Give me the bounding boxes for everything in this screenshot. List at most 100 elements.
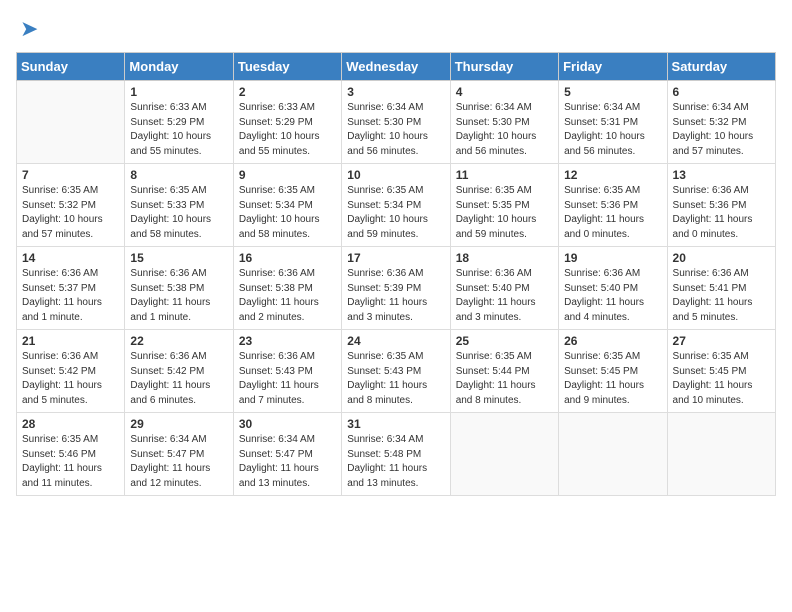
logo: ➤ bbox=[16, 16, 38, 42]
day-number: 20 bbox=[673, 251, 770, 265]
calendar-cell: 19 Sunrise: 6:36 AM Sunset: 5:40 PM Dayli… bbox=[559, 247, 667, 330]
day-info: Sunrise: 6:35 AM Sunset: 5:45 PM Dayligh… bbox=[564, 350, 661, 408]
day-info: Sunrise: 6:36 AM Sunset: 5:41 PM Dayligh… bbox=[673, 267, 770, 325]
calendar-cell: 1 Sunrise: 6:33 AM Sunset: 5:29 PM Daylig… bbox=[125, 81, 233, 164]
calendar-table: SundayMondayTuesdayWednesdayThursdayFrid… bbox=[16, 52, 776, 496]
day-number: 18 bbox=[456, 251, 553, 265]
day-info: Sunrise: 6:36 AM Sunset: 5:43 PM Dayligh… bbox=[239, 350, 336, 408]
day-info: Sunrise: 6:33 AM Sunset: 5:29 PM Dayligh… bbox=[239, 101, 336, 159]
calendar-cell: 24 Sunrise: 6:35 AM Sunset: 5:43 PM Dayli… bbox=[342, 330, 450, 413]
calendar-week-row: 1 Sunrise: 6:33 AM Sunset: 5:29 PM Daylig… bbox=[17, 81, 776, 164]
calendar-cell: 10Sunrise: 6:35 AM Sunset: 5:34 PM Dayli… bbox=[342, 164, 450, 247]
weekday-header: Sunday bbox=[17, 53, 125, 81]
day-number: 4 bbox=[456, 85, 553, 99]
day-number: 3 bbox=[347, 85, 444, 99]
day-number: 6 bbox=[673, 85, 770, 99]
calendar-cell: 16Sunrise: 6:36 AM Sunset: 5:38 PM Dayli… bbox=[233, 247, 341, 330]
weekday-header: Monday bbox=[125, 53, 233, 81]
day-number: 21 bbox=[22, 334, 119, 348]
calendar-cell: 30 Sunrise: 6:34 AM Sunset: 5:47 PM Dayli… bbox=[233, 413, 341, 496]
bird-icon: ➤ bbox=[20, 16, 38, 42]
day-info: Sunrise: 6:36 AM Sunset: 5:37 PM Dayligh… bbox=[22, 267, 119, 325]
day-info: Sunrise: 6:35 AM Sunset: 5:34 PM Dayligh… bbox=[239, 184, 336, 242]
calendar-cell: 21 Sunrise: 6:36 AM Sunset: 5:42 PM Dayli… bbox=[17, 330, 125, 413]
calendar-cell: 31Sunrise: 6:34 AM Sunset: 5:48 PM Dayli… bbox=[342, 413, 450, 496]
day-info: Sunrise: 6:35 AM Sunset: 5:32 PM Dayligh… bbox=[22, 184, 119, 242]
calendar-cell: 6 Sunrise: 6:34 AM Sunset: 5:32 PM Daylig… bbox=[667, 81, 775, 164]
calendar-cell: 27 Sunrise: 6:35 AM Sunset: 5:45 PM Dayli… bbox=[667, 330, 775, 413]
day-info: Sunrise: 6:36 AM Sunset: 5:38 PM Dayligh… bbox=[239, 267, 336, 325]
day-info: Sunrise: 6:34 AM Sunset: 5:31 PM Dayligh… bbox=[564, 101, 661, 159]
calendar-week-row: 28Sunrise: 6:35 AM Sunset: 5:46 PM Dayli… bbox=[17, 413, 776, 496]
day-info: Sunrise: 6:36 AM Sunset: 5:40 PM Dayligh… bbox=[564, 267, 661, 325]
calendar-cell: 8 Sunrise: 6:35 AM Sunset: 5:33 PM Daylig… bbox=[125, 164, 233, 247]
day-info: Sunrise: 6:33 AM Sunset: 5:29 PM Dayligh… bbox=[130, 101, 227, 159]
day-info: Sunrise: 6:35 AM Sunset: 5:46 PM Dayligh… bbox=[22, 433, 119, 491]
day-number: 30 bbox=[239, 417, 336, 431]
calendar-header: SundayMondayTuesdayWednesdayThursdayFrid… bbox=[17, 53, 776, 81]
calendar-week-row: 14 Sunrise: 6:36 AM Sunset: 5:37 PM Dayli… bbox=[17, 247, 776, 330]
day-number: 31 bbox=[347, 417, 444, 431]
calendar-cell: 17 Sunrise: 6:36 AM Sunset: 5:39 PM Dayli… bbox=[342, 247, 450, 330]
day-number: 22 bbox=[130, 334, 227, 348]
day-info: Sunrise: 6:36 AM Sunset: 5:36 PM Dayligh… bbox=[673, 184, 770, 242]
calendar-cell: 23 Sunrise: 6:36 AM Sunset: 5:43 PM Dayli… bbox=[233, 330, 341, 413]
day-number: 1 bbox=[130, 85, 227, 99]
day-info: Sunrise: 6:36 AM Sunset: 5:40 PM Dayligh… bbox=[456, 267, 553, 325]
day-info: Sunrise: 6:34 AM Sunset: 5:30 PM Dayligh… bbox=[347, 101, 444, 159]
calendar-week-row: 21 Sunrise: 6:36 AM Sunset: 5:42 PM Dayli… bbox=[17, 330, 776, 413]
weekday-header: Tuesday bbox=[233, 53, 341, 81]
calendar-cell bbox=[559, 413, 667, 496]
calendar-cell: 11 Sunrise: 6:35 AM Sunset: 5:35 PM Dayli… bbox=[450, 164, 558, 247]
calendar-cell: 20 Sunrise: 6:36 AM Sunset: 5:41 PM Dayli… bbox=[667, 247, 775, 330]
day-number: 24 bbox=[347, 334, 444, 348]
day-number: 12 bbox=[564, 168, 661, 182]
day-number: 19 bbox=[564, 251, 661, 265]
calendar-cell: 25 Sunrise: 6:35 AM Sunset: 5:44 PM Dayli… bbox=[450, 330, 558, 413]
day-info: Sunrise: 6:34 AM Sunset: 5:32 PM Dayligh… bbox=[673, 101, 770, 159]
day-info: Sunrise: 6:34 AM Sunset: 5:47 PM Dayligh… bbox=[239, 433, 336, 491]
day-info: Sunrise: 6:35 AM Sunset: 5:33 PM Dayligh… bbox=[130, 184, 227, 242]
day-info: Sunrise: 6:34 AM Sunset: 5:47 PM Dayligh… bbox=[130, 433, 227, 491]
day-info: Sunrise: 6:36 AM Sunset: 5:38 PM Dayligh… bbox=[130, 267, 227, 325]
day-number: 14 bbox=[22, 251, 119, 265]
calendar-cell: 26Sunrise: 6:35 AM Sunset: 5:45 PM Dayli… bbox=[559, 330, 667, 413]
day-info: Sunrise: 6:35 AM Sunset: 5:35 PM Dayligh… bbox=[456, 184, 553, 242]
calendar-cell: 29 Sunrise: 6:34 AM Sunset: 5:47 PM Dayli… bbox=[125, 413, 233, 496]
calendar-cell: 3 Sunrise: 6:34 AM Sunset: 5:30 PM Daylig… bbox=[342, 81, 450, 164]
day-number: 13 bbox=[673, 168, 770, 182]
day-number: 17 bbox=[347, 251, 444, 265]
day-info: Sunrise: 6:36 AM Sunset: 5:42 PM Dayligh… bbox=[130, 350, 227, 408]
day-number: 15 bbox=[130, 251, 227, 265]
day-number: 8 bbox=[130, 168, 227, 182]
calendar-cell: 4 Sunrise: 6:34 AM Sunset: 5:30 PM Daylig… bbox=[450, 81, 558, 164]
day-number: 23 bbox=[239, 334, 336, 348]
calendar-cell: 12Sunrise: 6:35 AM Sunset: 5:36 PM Dayli… bbox=[559, 164, 667, 247]
day-info: Sunrise: 6:35 AM Sunset: 5:43 PM Dayligh… bbox=[347, 350, 444, 408]
calendar-cell bbox=[17, 81, 125, 164]
day-info: Sunrise: 6:35 AM Sunset: 5:44 PM Dayligh… bbox=[456, 350, 553, 408]
day-info: Sunrise: 6:36 AM Sunset: 5:39 PM Dayligh… bbox=[347, 267, 444, 325]
day-number: 11 bbox=[456, 168, 553, 182]
calendar-cell: 18 Sunrise: 6:36 AM Sunset: 5:40 PM Dayli… bbox=[450, 247, 558, 330]
day-number: 25 bbox=[456, 334, 553, 348]
day-number: 10 bbox=[347, 168, 444, 182]
calendar-week-row: 7Sunrise: 6:35 AM Sunset: 5:32 PM Daylig… bbox=[17, 164, 776, 247]
day-info: Sunrise: 6:36 AM Sunset: 5:42 PM Dayligh… bbox=[22, 350, 119, 408]
calendar-cell: 15 Sunrise: 6:36 AM Sunset: 5:38 PM Dayli… bbox=[125, 247, 233, 330]
day-info: Sunrise: 6:34 AM Sunset: 5:30 PM Dayligh… bbox=[456, 101, 553, 159]
day-number: 27 bbox=[673, 334, 770, 348]
calendar-cell bbox=[667, 413, 775, 496]
weekday-header: Thursday bbox=[450, 53, 558, 81]
calendar-cell: 9Sunrise: 6:35 AM Sunset: 5:34 PM Daylig… bbox=[233, 164, 341, 247]
day-info: Sunrise: 6:35 AM Sunset: 5:45 PM Dayligh… bbox=[673, 350, 770, 408]
calendar-cell bbox=[450, 413, 558, 496]
day-number: 29 bbox=[130, 417, 227, 431]
day-number: 5 bbox=[564, 85, 661, 99]
calendar-cell: 14 Sunrise: 6:36 AM Sunset: 5:37 PM Dayli… bbox=[17, 247, 125, 330]
calendar-cell: 22 Sunrise: 6:36 AM Sunset: 5:42 PM Dayli… bbox=[125, 330, 233, 413]
calendar-cell: 13 Sunrise: 6:36 AM Sunset: 5:36 PM Dayli… bbox=[667, 164, 775, 247]
weekday-header: Saturday bbox=[667, 53, 775, 81]
day-number: 2 bbox=[239, 85, 336, 99]
calendar-cell: 7Sunrise: 6:35 AM Sunset: 5:32 PM Daylig… bbox=[17, 164, 125, 247]
